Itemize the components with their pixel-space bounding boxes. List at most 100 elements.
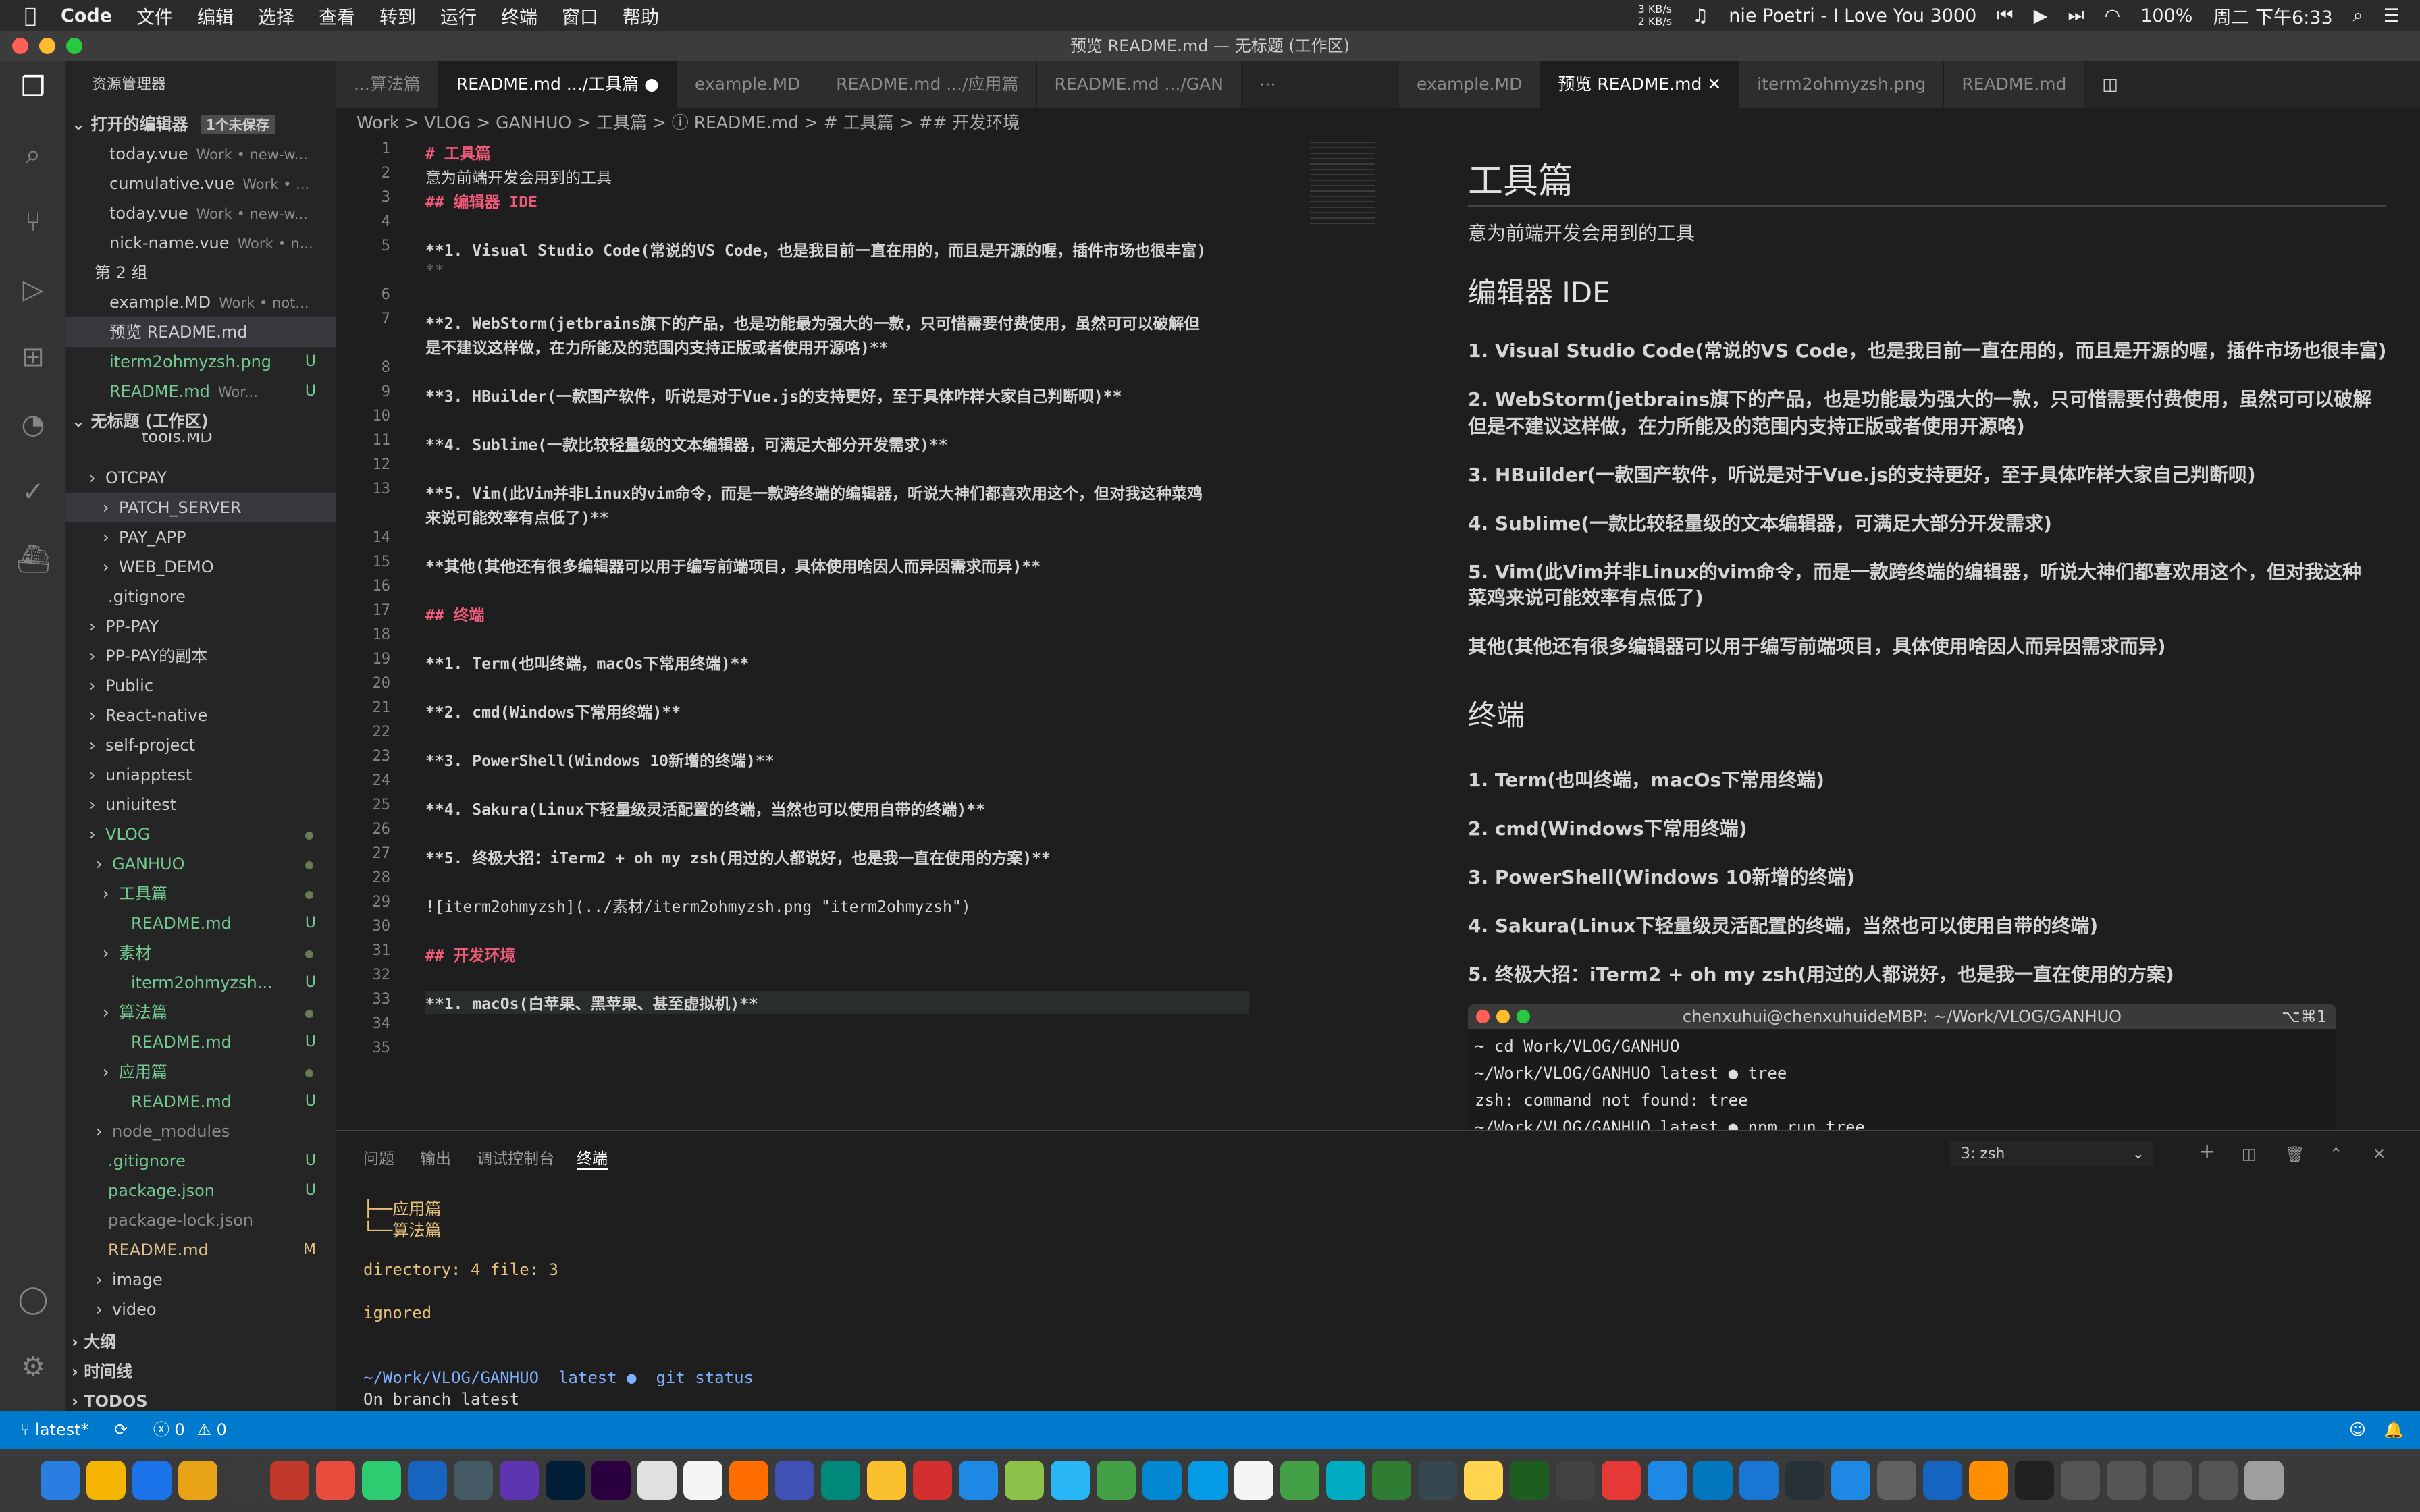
tab-iterm-png[interactable]: iterm2ohmyzsh.png xyxy=(1739,61,1945,108)
source-control-icon[interactable]: ⑂ xyxy=(16,205,50,239)
dock-app-icon[interactable] xyxy=(86,1461,126,1500)
tab-preview-readme[interactable]: 预览 README.md ✕ xyxy=(1540,61,1740,108)
breadcrumb[interactable]: Work > VLOG > GANHUO > 工具篇 > ⓘ README.md… xyxy=(336,108,1399,138)
tab-example-md[interactable]: example.MD xyxy=(677,61,819,108)
code-line[interactable]: **4. Sublime(一款比较轻量级的文本编辑器，可满足大部分开发需求)** xyxy=(425,432,948,455)
file-tree-item[interactable]: › image xyxy=(65,1265,336,1295)
file-tree-item[interactable]: .gitignore U xyxy=(65,1146,336,1176)
outline-header[interactable]: › 大纲 xyxy=(65,1327,336,1357)
code-line[interactable]: ** xyxy=(425,262,444,279)
markdown-preview[interactable]: 工具篇 意为前端开发会用到的工具 编辑器 IDE 1. Visual Studi… xyxy=(1399,138,2420,1130)
file-tree-item[interactable]: › GANHUO xyxy=(65,849,336,879)
file-tree-item[interactable]: README.md M xyxy=(65,1235,336,1265)
dock-app-icon[interactable] xyxy=(1234,1461,1273,1500)
file-tree-item[interactable]: .gitignore xyxy=(65,582,336,612)
dock-app-icon[interactable] xyxy=(1280,1461,1319,1500)
dock-app-icon[interactable] xyxy=(2107,1461,2146,1500)
tab-suanfa[interactable]: ...算法篇 xyxy=(336,61,439,108)
clock[interactable]: 周二 下午6:33 xyxy=(2213,3,2332,29)
open-editor-item[interactable]: cumulative.vue Work • ... xyxy=(65,169,336,198)
tab-readme-right[interactable]: README.md xyxy=(1944,61,2085,108)
tab-debug-console[interactable]: 调试控制台 xyxy=(477,1145,554,1168)
file-tree-item[interactable]: › PAY_APP xyxy=(65,522,336,552)
dock-app-icon[interactable] xyxy=(683,1461,722,1500)
tab-readme-yingyong[interactable]: README.md .../应用篇 xyxy=(818,61,1037,108)
now-playing[interactable]: nie Poetri - I Love You 3000 xyxy=(1729,5,1976,26)
git-graph-icon[interactable]: ◔ xyxy=(16,408,50,441)
code-line[interactable]: **4. Sakura(Linux下轻量级灵活配置的终端，当然也可以使用自带的终… xyxy=(425,796,985,819)
file-tree-item[interactable]: › video xyxy=(65,1295,336,1324)
code-line[interactable]: **1. Term(也叫终端，macOs下常用终端)** xyxy=(425,651,749,674)
markdown-editor[interactable]: 1 # 工具篇 2 意为前端开发会用到的工具 3 ## 编辑器 IDE 4 5 **1. Vis… xyxy=(336,138,1399,1130)
code-line[interactable]: ## 终端 xyxy=(425,602,485,625)
tab-readme-gongju[interactable]: README.md .../工具篇 ● xyxy=(438,61,677,108)
dock-app-icon[interactable] xyxy=(454,1461,493,1500)
file-tree-item[interactable]: README.md U xyxy=(65,909,336,938)
tab-output[interactable]: 输出 xyxy=(420,1145,451,1168)
code-line[interactable]: **1. Visual Studio Code(常说的VS Code，也是我目前… xyxy=(425,238,1206,261)
file-tree-item[interactable]: › uniapptest xyxy=(65,760,336,790)
docker-icon[interactable]: ⛴ xyxy=(16,543,51,576)
minimap[interactable] xyxy=(1310,138,1375,225)
code-line[interactable]: ## 开发环境 xyxy=(425,942,516,965)
open-editors-header[interactable]: ⌄ 打开的编辑器 1个未保存 xyxy=(65,109,336,139)
tab-problems[interactable]: 问题 xyxy=(363,1145,394,1168)
dock-app-icon[interactable] xyxy=(178,1461,217,1500)
dock-app-icon[interactable] xyxy=(1969,1461,2008,1500)
control-center-icon[interactable]: ☰ xyxy=(2384,5,2400,26)
file-tree-item[interactable]: › PP-PAY的副本 xyxy=(65,641,336,671)
file-tree-item[interactable]: › node_modules xyxy=(65,1116,336,1146)
wifi-icon[interactable]: ◠ xyxy=(2105,5,2121,26)
file-tree-item[interactable]: package-lock.json xyxy=(65,1206,336,1235)
new-terminal-icon[interactable]: + xyxy=(2199,1140,2215,1164)
run-debug-icon[interactable]: ▷ xyxy=(16,273,50,306)
timeline-header[interactable]: › 时间线 xyxy=(65,1357,336,1386)
errors-count[interactable]: 0 xyxy=(175,1420,185,1439)
file-tree-item[interactable]: › 算法篇 xyxy=(65,998,336,1027)
file-tree-item[interactable]: › Public xyxy=(65,671,336,701)
dock-app-icon[interactable] xyxy=(41,1461,80,1500)
open-editor-item[interactable]: 第 2 组 xyxy=(65,258,336,288)
file-tree-item[interactable]: › self-project xyxy=(65,730,336,760)
code-line[interactable]: ## 编辑器 IDE xyxy=(425,189,537,212)
git-branch-icon[interactable]: ⑂ xyxy=(20,1420,30,1439)
dock-app-icon[interactable] xyxy=(1142,1461,1182,1500)
file-tree-item[interactable]: › PP-PAY xyxy=(65,612,336,641)
file-tree-item[interactable]: › 应用篇 xyxy=(65,1057,336,1087)
file-tree-item[interactable]: › React-native xyxy=(65,701,336,730)
modified-dot-icon[interactable]: ● xyxy=(644,74,659,94)
dock-app-icon[interactable] xyxy=(1648,1461,1687,1500)
open-editor-item[interactable]: README.md Wor... U xyxy=(65,377,336,406)
code-line[interactable]: ![iterm2ohmyzsh](../素材/iterm2ohmyzsh.png… xyxy=(425,894,971,917)
dock-app-icon[interactable] xyxy=(2153,1461,2192,1500)
open-editor-item[interactable]: example.MD Work • not... xyxy=(65,288,336,317)
file-tree-item[interactable]: › PATCH_SERVER xyxy=(65,493,336,522)
tab-terminal[interactable]: 终端 xyxy=(577,1145,608,1170)
spotlight-icon[interactable]: ⌕ xyxy=(2353,5,2363,26)
code-line[interactable]: 来说可能效率有点低了)** xyxy=(425,505,609,528)
code-line[interactable]: **3. PowerShell(Windows 10新增的终端)** xyxy=(425,748,774,771)
code-line[interactable]: **1. macOs(白苹果、黑苹果、甚至虚拟机)** xyxy=(425,991,1249,1014)
warnings-icon[interactable]: ⚠ xyxy=(196,1420,211,1439)
dock-app-icon[interactable] xyxy=(867,1461,906,1500)
next-track-icon[interactable]: ⏭ xyxy=(2068,5,2084,26)
dock-app-icon[interactable] xyxy=(1510,1461,1549,1500)
dock-app-icon[interactable] xyxy=(546,1461,585,1500)
file-tree-item[interactable]: › 工具篇 xyxy=(65,879,336,909)
menu-help[interactable]: 帮助 xyxy=(623,3,659,29)
dock-app-icon[interactable] xyxy=(1326,1461,1365,1500)
dock-app-icon[interactable] xyxy=(1877,1461,1916,1500)
open-editor-item[interactable]: today.vue Work • new-w... xyxy=(65,198,336,228)
dock-app-icon[interactable] xyxy=(1693,1461,1733,1500)
code-line[interactable]: **3. HBuilder(一款国产软件，听说是对于Vue.js的支持更好，至于… xyxy=(425,383,1122,406)
menu-file[interactable]: 文件 xyxy=(136,3,173,29)
code-line[interactable]: 意为前端开发会用到的工具 xyxy=(425,165,612,188)
branch-label[interactable]: latest* xyxy=(35,1420,88,1439)
prev-track-icon[interactable]: ⏮ xyxy=(1997,5,2013,26)
file-tree-item[interactable]: README.md U xyxy=(65,1087,336,1116)
dock-app-icon[interactable] xyxy=(1005,1461,1044,1500)
dock-app-icon[interactable] xyxy=(1051,1461,1090,1500)
errors-icon[interactable]: ⓧ xyxy=(153,1420,169,1439)
file-tree-item[interactable]: › WEB_DEMO xyxy=(65,552,336,582)
open-editor-item[interactable]: nick-name.vue Work • n... xyxy=(65,228,336,258)
